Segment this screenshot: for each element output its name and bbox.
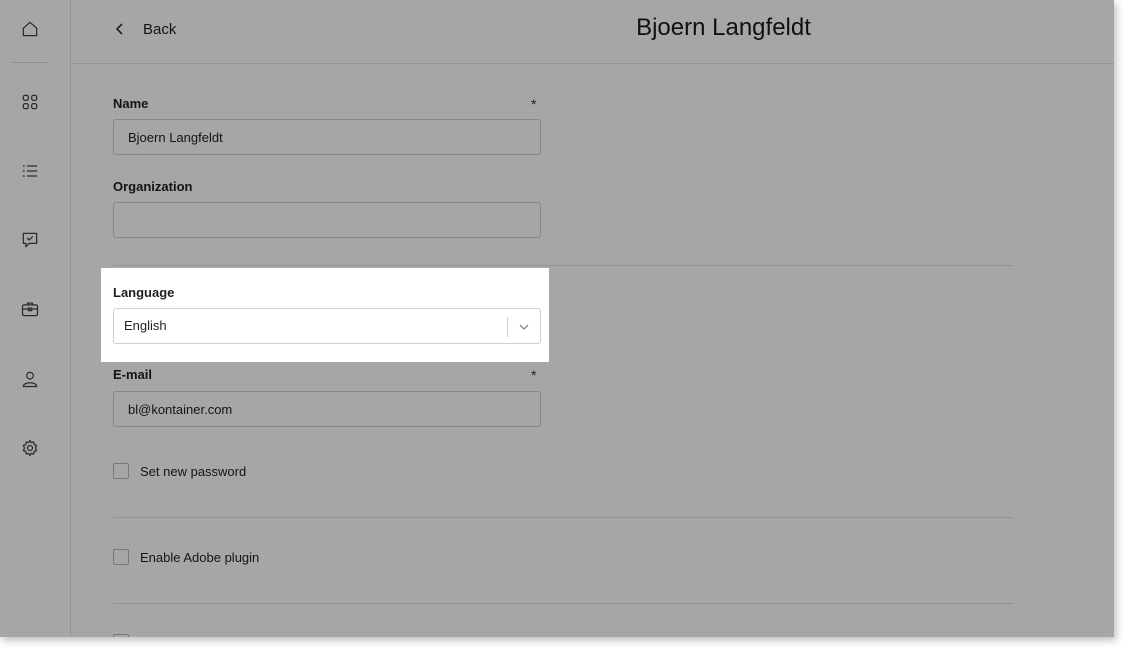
page-title: Bjoern Langfeldt — [636, 14, 811, 41]
email-input[interactable] — [113, 391, 541, 427]
app-window: Back Bjoern Langfeldt Name * Organizatio… — [0, 0, 1114, 637]
set-password-option[interactable]: Set new password — [113, 463, 246, 479]
back-label: Back — [143, 20, 177, 38]
sidebar-item-approvals[interactable] — [15, 225, 45, 255]
sidebar — [0, 0, 71, 637]
adobe-plugin-checkbox[interactable] — [113, 549, 129, 565]
sidebar-item-settings[interactable] — [15, 433, 45, 463]
home-icon — [22, 21, 38, 37]
approval-chat-icon — [22, 232, 38, 248]
list-icon — [22, 165, 38, 177]
top-bar: Back Bjoern Langfeldt — [71, 0, 1114, 64]
user-form: Name * Organization E-mail * Set new pas… — [71, 64, 1114, 637]
sidebar-item-dashboard[interactable] — [15, 87, 45, 117]
sidebar-divider — [12, 62, 48, 63]
sidebar-item-portfolio[interactable] — [15, 294, 45, 324]
section-divider — [113, 265, 1013, 266]
language-selected-value: English — [124, 318, 167, 333]
section-divider — [113, 603, 1013, 604]
user-icon — [22, 371, 38, 388]
language-select[interactable]: English — [113, 308, 541, 344]
set-password-label: Set new password — [140, 463, 247, 479]
name-label: Name — [113, 96, 149, 111]
language-label: Language — [113, 285, 175, 300]
sidebar-item-list[interactable] — [15, 156, 45, 186]
adobe-plugin-option[interactable]: Enable Adobe plugin — [113, 549, 259, 565]
set-password-checkbox[interactable] — [113, 463, 129, 479]
select-separator — [507, 317, 508, 337]
partial-option-row[interactable] — [113, 634, 129, 637]
partial-checkbox[interactable] — [113, 634, 129, 637]
gear-icon — [22, 439, 38, 457]
sidebar-item-users[interactable] — [15, 364, 45, 394]
chevron-left-icon — [115, 23, 123, 35]
organization-label: Organization — [113, 179, 193, 194]
section-divider — [113, 517, 1013, 518]
name-input[interactable] — [113, 119, 541, 155]
grid-icon — [22, 94, 38, 110]
name-required-mark: * — [531, 96, 537, 112]
chevron-down-icon[interactable] — [518, 320, 530, 332]
back-button[interactable]: Back — [113, 17, 176, 41]
language-field-spotlight: Language English — [101, 268, 549, 362]
email-label: E-mail — [113, 367, 153, 382]
briefcase-icon — [21, 302, 39, 317]
email-required-mark: * — [531, 367, 537, 383]
adobe-plugin-label: Enable Adobe plugin — [140, 549, 260, 565]
organization-input[interactable] — [113, 202, 541, 238]
sidebar-item-home[interactable] — [15, 14, 45, 44]
